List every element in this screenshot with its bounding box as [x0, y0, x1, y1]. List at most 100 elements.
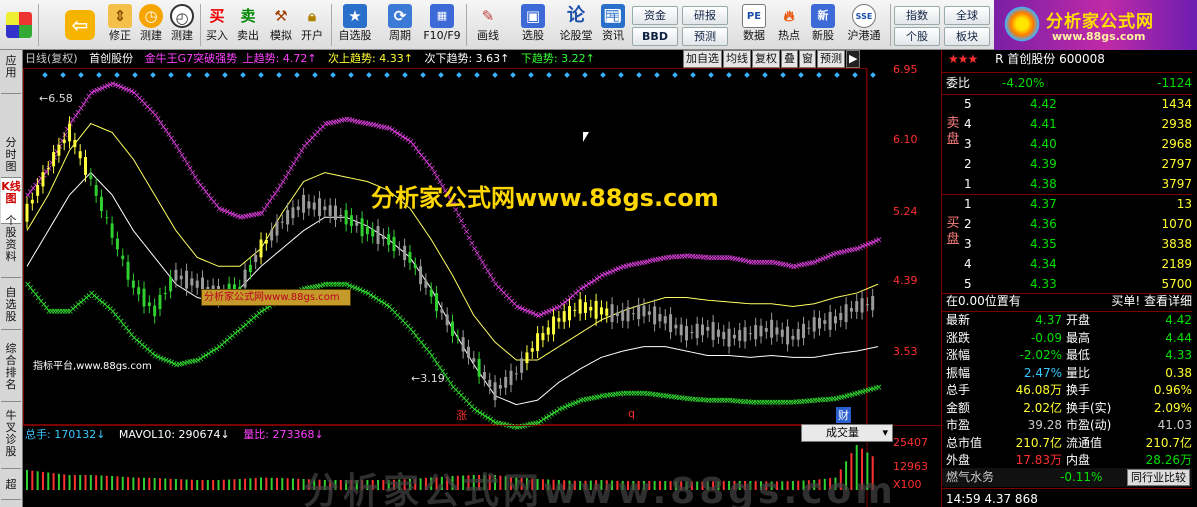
volume-bar — [217, 480, 220, 490]
add-watchlist-button[interactable]: 加自选 — [683, 50, 722, 68]
grid-icon — [6, 12, 32, 38]
signal-diamond — [852, 72, 858, 78]
toolbar-btn-16[interactable]: 新 新股 — [807, 2, 839, 48]
volume-tick: X100 — [893, 478, 922, 491]
sell-level-row[interactable]: 5 4.42 1434 — [942, 95, 1192, 114]
candle-body — [333, 205, 337, 220]
volume-bar — [206, 480, 209, 490]
toolbar-btn-8[interactable]: ⟳ 周期 — [380, 2, 420, 48]
signal-diamond — [366, 72, 372, 78]
toolbar-btn-11[interactable]: ▣ 选股 — [511, 2, 555, 48]
menu-grid-button[interactable] — [4, 2, 34, 48]
predict-button[interactable]: 预测 — [817, 50, 845, 68]
overlay-button[interactable]: 叠 — [781, 50, 798, 68]
volume-bar — [148, 477, 151, 490]
toolbar-btn-2[interactable]: ◴ 测建 — [165, 2, 199, 48]
forecast-button[interactable]: 预测 — [682, 27, 728, 46]
sell-level-row[interactable]: 4 4.41 2938 — [942, 115, 1192, 134]
high-price-value: 6.58 — [48, 92, 73, 105]
candle-body — [482, 372, 486, 380]
toolbar-btn-3[interactable]: 买 买入 — [202, 2, 232, 48]
second-lower-trend: 次下趋势: 3.63↑ — [424, 52, 510, 65]
detail-link[interactable]: 买单! 查看详细 — [1111, 292, 1192, 311]
sell-level-row[interactable]: 2 4.39 2797 — [942, 155, 1192, 174]
lock-icon: 🔒︎ — [308, 7, 316, 25]
tab-intraday[interactable]: 分时图 — [1, 134, 21, 178]
toolbar-btn-10[interactable]: ✎ 画线 — [468, 2, 508, 48]
level-number: 3 — [964, 137, 972, 151]
toolbar-btn-13[interactable]: 📰︎ 资讯 — [597, 2, 629, 48]
index-button[interactable]: 指数 — [894, 6, 940, 25]
candle-body — [84, 157, 88, 175]
buy-level-row[interactable]: 1 4.37 13 — [942, 195, 1192, 214]
stat-label: 涨跌 — [946, 330, 971, 345]
buy-level-row[interactable]: 3 4.35 3838 — [942, 235, 1192, 254]
candle-body — [759, 325, 763, 337]
chart-tool-buttons: 加自选 均线 复权叠窗预测 ▶ — [683, 50, 861, 68]
signal-diamond — [330, 72, 336, 78]
back-button[interactable]: ⇦ — [62, 2, 98, 48]
stock-button[interactable]: 个股 — [894, 27, 940, 46]
candle-body — [371, 229, 375, 237]
tab-more[interactable]: 超 — [1, 476, 21, 500]
price-tick: 4.39 — [893, 274, 918, 287]
adjust-button[interactable]: 复权 — [752, 50, 780, 68]
tab-apps[interactable]: 应用 — [1, 52, 21, 94]
tab-profile[interactable]: 个股资料 — [1, 212, 21, 278]
toolbar-btn-12[interactable]: 论 论股堂 — [556, 2, 596, 48]
toolbar-btn-6[interactable]: 🔒︎ 开户 — [296, 2, 328, 48]
tab-diagnosis[interactable]: 牛叉诊股 — [1, 407, 21, 469]
capital-button[interactable]: 资金 — [632, 6, 678, 25]
sector-button[interactable]: 板块 — [944, 27, 990, 46]
stat-value: 0.96% — [1153, 383, 1192, 397]
candle-body — [520, 358, 524, 373]
volume-bar — [169, 478, 172, 490]
hk-icon: SSE — [852, 4, 876, 28]
candle-body — [392, 236, 396, 252]
event-label-finance[interactable]: 财 — [836, 407, 851, 423]
toolbar-btn-15[interactable]: 🔥︎ 热点 — [773, 2, 805, 48]
stat-row: 金额 2.02亿 换手(实) 2.09% — [942, 399, 1192, 417]
tab-ranking[interactable]: 综合排名 — [1, 340, 21, 402]
event-label-rise[interactable]: 涨 — [456, 407, 467, 423]
new-stock-icon: 新 — [811, 4, 835, 28]
candle-body — [142, 288, 146, 307]
signal-diamond — [240, 72, 246, 78]
buy-level-row[interactable]: 2 4.36 1070 — [942, 215, 1192, 234]
toolbar-btn-4[interactable]: 卖 卖出 — [233, 2, 263, 48]
indicator-select[interactable]: 成交量 ▾ — [801, 424, 893, 442]
toolbar-btn-14[interactable]: PE 数据 — [738, 2, 770, 48]
candle-body — [530, 348, 534, 352]
candle-body — [855, 301, 859, 312]
toolbar-btn-9[interactable]: ▦ F10/F9 — [421, 2, 463, 48]
toolbar-btn-5[interactable]: ⚒ 模拟 — [265, 2, 297, 48]
level-price: 4.41 — [1030, 117, 1057, 131]
global-button[interactable]: 全球 — [944, 6, 990, 25]
window-button[interactable]: 窗 — [799, 50, 816, 68]
play-icon[interactable]: ▶ — [846, 50, 861, 68]
candle-body — [525, 352, 529, 364]
candle-body — [722, 331, 726, 340]
signal-diamond — [384, 72, 390, 78]
event-label-q[interactable]: q — [628, 407, 635, 420]
title-item: 日线(复权) — [25, 52, 78, 65]
candle-body — [796, 328, 800, 340]
candle-body — [89, 175, 93, 179]
kline-chart[interactable]: × × × × × × × × × × × × × × × × × × × × × × × × × × × × × × × × × × × × × × × ×… — [23, 50, 941, 507]
ma-button[interactable]: 均线 — [723, 50, 751, 68]
toolbar-btn-7[interactable]: ★ 自选股 — [333, 2, 377, 48]
sell-level-row[interactable]: 3 4.40 2968 — [942, 135, 1192, 154]
compare-sector-button[interactable]: 同行业比较 — [1127, 469, 1190, 486]
buy-level-row[interactable]: 4 4.34 2189 — [942, 255, 1192, 274]
sell-level-row[interactable]: 1 4.38 3797 — [942, 175, 1192, 194]
tab-watchlist[interactable]: 自选股 — [1, 284, 21, 330]
stock-terminal-window: ⇦ ⇕ 修正 ◷ 测建 ◴ 测建 买 买入 卖 卖出 ⚒ 模拟 🔒︎ 开户 ★ … — [0, 0, 1197, 507]
level-number: 4 — [964, 257, 972, 271]
toolbar-btn-1[interactable]: ◷ 测建 — [134, 2, 168, 48]
toolbar-btn-17[interactable]: SSE 沪港通 — [842, 2, 886, 48]
volume-bar — [153, 478, 156, 490]
research-button[interactable]: 研报 — [682, 6, 728, 25]
bbd-button[interactable]: BBD — [632, 27, 678, 46]
toolbar-btn-0[interactable]: ⇕ 修正 — [103, 2, 137, 48]
candle-body — [743, 327, 747, 342]
